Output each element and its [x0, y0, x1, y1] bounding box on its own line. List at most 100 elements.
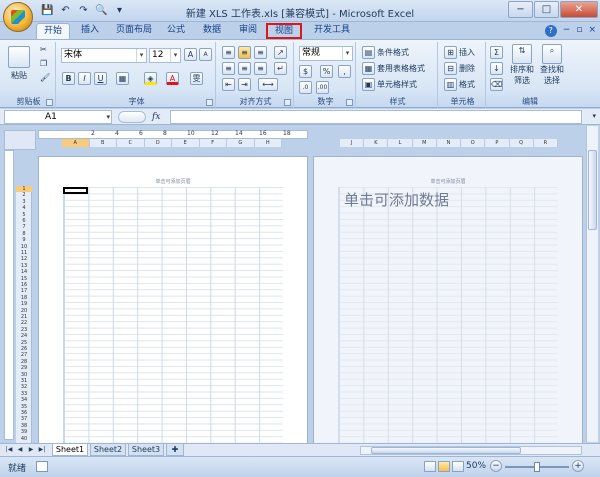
- decrease-indent-button[interactable]: ⇤: [222, 78, 235, 91]
- column-header[interactable]: R: [533, 139, 558, 147]
- cell-styles-button[interactable]: ▣ 单元格样式: [362, 78, 417, 91]
- column-header[interactable]: O: [461, 139, 486, 147]
- macro-record-icon[interactable]: [36, 461, 48, 472]
- name-box[interactable]: A1 ▾: [4, 110, 112, 124]
- column-header[interactable]: A: [62, 139, 90, 147]
- insert-sheet-icon[interactable]: ✚: [166, 444, 184, 456]
- bold-button[interactable]: B: [62, 72, 75, 85]
- number-launcher-icon[interactable]: [346, 99, 353, 106]
- grow-font-button[interactable]: A: [184, 48, 197, 61]
- sort-filter-button[interactable]: ⇅ 排序和 筛选: [510, 44, 534, 86]
- insert-function-icon[interactable]: fx: [152, 112, 160, 122]
- chevron-down-icon[interactable]: ▾: [106, 111, 110, 123]
- column-header[interactable]: G: [227, 139, 255, 147]
- font-color-button[interactable]: A: [166, 72, 179, 85]
- page-break-view-icon[interactable]: [452, 461, 464, 472]
- sheet-tab-sheet1[interactable]: Sheet1: [52, 444, 88, 456]
- format-as-table-button[interactable]: ▦ 套用表格格式: [362, 62, 425, 75]
- wrap-text-button[interactable]: ↵: [274, 62, 287, 75]
- shrink-font-button[interactable]: A: [199, 48, 212, 61]
- expand-formula-bar-icon[interactable]: ▾: [592, 112, 596, 120]
- maximize-button[interactable]: □: [534, 1, 559, 18]
- column-header[interactable]: H: [254, 139, 282, 147]
- help-icon[interactable]: ?: [544, 25, 557, 37]
- increase-decimal-button[interactable]: .0: [299, 81, 312, 94]
- next-sheet-icon[interactable]: ▶: [26, 445, 36, 455]
- column-header[interactable]: N: [436, 139, 462, 147]
- prev-sheet-icon[interactable]: ◀: [15, 445, 25, 455]
- last-sheet-icon[interactable]: ▶|: [37, 445, 47, 455]
- delete-cells-button[interactable]: ⊟ 删除: [444, 62, 475, 75]
- select-all-corner[interactable]: [4, 130, 36, 150]
- tab-page-layout[interactable]: 页面布局: [110, 23, 158, 39]
- column-header[interactable]: E: [172, 139, 200, 147]
- format-painter-button[interactable]: 🖌: [40, 73, 50, 82]
- page-header-hint[interactable]: 单击可添加页眉: [314, 178, 582, 185]
- column-header[interactable]: F: [199, 139, 227, 147]
- currency-button[interactable]: $: [299, 65, 312, 78]
- page-header-hint[interactable]: 单击可添加页眉: [39, 178, 307, 185]
- increase-indent-button[interactable]: ⇥: [238, 78, 251, 91]
- number-format-combo[interactable]: 常规 ▾: [299, 46, 353, 61]
- column-header[interactable]: J: [340, 139, 365, 147]
- align-right-button[interactable]: ≡: [254, 62, 267, 75]
- row-header[interactable]: 40: [16, 436, 32, 442]
- clear-button[interactable]: ⌫: [490, 78, 503, 91]
- merge-center-button[interactable]: ⟷: [258, 78, 278, 91]
- sheet-tab-sheet3[interactable]: Sheet3: [128, 444, 164, 456]
- font-name-combo[interactable]: 宋体 ▾: [61, 48, 147, 63]
- copy-button[interactable]: ❐: [40, 59, 47, 68]
- zoom-out-icon[interactable]: −: [490, 460, 502, 472]
- tab-home[interactable]: 开始: [36, 23, 70, 39]
- close-button[interactable]: ✕: [560, 1, 598, 18]
- tab-insert[interactable]: 插入: [76, 23, 104, 39]
- minimize-button[interactable]: −: [508, 1, 533, 18]
- clipboard-launcher-icon[interactable]: [46, 99, 53, 106]
- vertical-scroll-thumb[interactable]: [588, 150, 597, 230]
- office-button[interactable]: [3, 2, 33, 32]
- zoom-in-icon[interactable]: +: [572, 460, 584, 472]
- cell-grid[interactable]: [338, 187, 558, 443]
- align-center-button[interactable]: ≡: [238, 62, 251, 75]
- first-sheet-icon[interactable]: |◀: [4, 445, 14, 455]
- paste-button[interactable]: 粘贴: [8, 46, 30, 81]
- align-bottom-button[interactable]: ≡: [254, 46, 267, 59]
- align-left-button[interactable]: ≡: [222, 62, 235, 75]
- tab-data[interactable]: 数据: [198, 23, 226, 39]
- font-size-combo[interactable]: 12 ▾: [149, 48, 181, 63]
- column-header[interactable]: B: [89, 139, 117, 147]
- find-select-button[interactable]: ⌕ 查找和 选择: [540, 44, 564, 86]
- column-header[interactable]: C: [117, 139, 145, 147]
- add-data-hint[interactable]: 单击可添加数据: [344, 189, 449, 210]
- percent-button[interactable]: %: [320, 65, 333, 78]
- alignment-launcher-icon[interactable]: [284, 99, 291, 106]
- ribbon-close-icon[interactable]: ×: [588, 25, 596, 37]
- page-layout-view-icon[interactable]: [438, 461, 450, 472]
- column-header[interactable]: D: [144, 139, 172, 147]
- zoom-level[interactable]: 50%: [466, 461, 486, 471]
- decrease-decimal-button[interactable]: .00: [316, 81, 329, 94]
- cut-button[interactable]: ✂: [40, 45, 47, 54]
- italic-button[interactable]: I: [78, 72, 91, 85]
- ribbon-restore-icon[interactable]: ▫: [576, 25, 582, 37]
- column-header[interactable]: L: [388, 139, 413, 147]
- orientation-button[interactable]: ↗: [274, 46, 287, 59]
- align-middle-button[interactable]: ≡: [238, 46, 251, 59]
- formula-input[interactable]: [170, 110, 582, 124]
- zoom-slider[interactable]: [505, 462, 569, 472]
- tab-view[interactable]: 视图: [266, 23, 302, 39]
- ribbon-minimize-icon[interactable]: −: [563, 25, 571, 37]
- fill-button[interactable]: ↓: [490, 62, 503, 75]
- border-button[interactable]: ▦: [116, 72, 129, 85]
- align-top-button[interactable]: ≡: [222, 46, 235, 59]
- fill-color-button[interactable]: ◈: [144, 72, 157, 85]
- column-header[interactable]: K: [364, 139, 389, 147]
- horizontal-scroll-thumb[interactable]: [371, 447, 521, 454]
- active-cell[interactable]: [63, 187, 88, 194]
- font-launcher-icon[interactable]: [206, 99, 213, 106]
- horizontal-scrollbar[interactable]: [360, 446, 582, 455]
- phonetic-button[interactable]: 雯: [190, 72, 203, 85]
- comma-button[interactable]: ,: [338, 65, 351, 78]
- insert-cells-button[interactable]: ⊞ 插入: [444, 46, 475, 59]
- column-header[interactable]: M: [412, 139, 437, 147]
